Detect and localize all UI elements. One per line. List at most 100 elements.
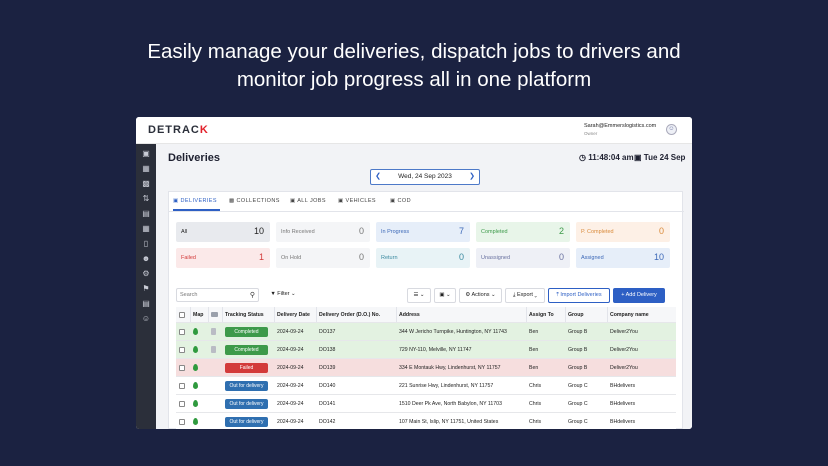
- group-cell: Group B: [568, 364, 588, 371]
- column-divider: [274, 307, 275, 322]
- header-address[interactable]: Address: [399, 307, 525, 322]
- map-cell[interactable]: [193, 359, 207, 376]
- detrack-logo[interactable]: DETRACK: [148, 124, 209, 136]
- user-email: Sarah@Emmerslogistics.com: [584, 123, 657, 129]
- clipboard-icon[interactable]: ▤: [141, 209, 151, 219]
- table-row[interactable]: Completed 2024-09-24 DO137 344 W Jericho Tu…: [176, 323, 676, 341]
- checkbox-cell[interactable]: [179, 341, 189, 358]
- next-date-chevron-icon[interactable]: ❯: [467, 170, 477, 184]
- prev-date-chevron-icon[interactable]: ❮: [373, 170, 383, 184]
- do-number-cell[interactable]: DO140: [319, 377, 395, 394]
- users-icon[interactable]: ☻: [141, 254, 151, 264]
- map-cell[interactable]: [193, 395, 207, 412]
- settings-icon[interactable]: ⚙: [141, 269, 151, 279]
- map-pin-icon[interactable]: [193, 346, 198, 353]
- checkbox-cell[interactable]: [179, 395, 189, 412]
- map-icon[interactable]: ▦: [141, 164, 151, 174]
- status-filter-completed[interactable]: Completed 2: [476, 222, 570, 242]
- group-cell: Group B: [568, 346, 588, 353]
- briefcase-icon[interactable]: ▩: [141, 179, 151, 189]
- map-pin-icon[interactable]: [193, 364, 198, 371]
- status-filter-p-completed[interactable]: P. Completed 0: [576, 222, 670, 242]
- tab-deliveries[interactable]: ▣ DELIVERIES: [173, 198, 217, 204]
- do-number-cell[interactable]: DO138: [319, 341, 395, 358]
- headline-line-1: Easily manage your deliveries, dispatch …: [147, 40, 681, 63]
- date-picker[interactable]: ❮ Wed, 24 Sep 2023 ❯: [370, 169, 480, 185]
- tab-collections[interactable]: ▩ COLLECTIONS: [229, 198, 280, 204]
- pod-cell[interactable]: [211, 323, 221, 340]
- header-checkbox-cell[interactable]: [179, 307, 189, 322]
- row-checkbox[interactable]: [179, 328, 185, 335]
- table-row[interactable]: Out for delivery 2024-09-24 DO140 221 Sunri…: [176, 377, 676, 395]
- row-checkbox[interactable]: [179, 364, 185, 371]
- map-cell[interactable]: [193, 413, 207, 429]
- checkbox-cell[interactable]: [179, 359, 189, 376]
- status-filter-unassigned[interactable]: Unassigned 0: [476, 248, 570, 268]
- truck-icon[interactable]: ▣: [141, 149, 151, 159]
- map-cell[interactable]: [193, 377, 207, 394]
- status-filter-info-received[interactable]: Info Received 0: [276, 222, 370, 242]
- row-checkbox[interactable]: [179, 346, 185, 353]
- pod-cell[interactable]: [211, 341, 221, 358]
- dashboard-icon[interactable]: ▦: [141, 224, 151, 234]
- filter-button[interactable]: ▼ Filter ⌄: [263, 288, 303, 303]
- gear-icon: ⚙: [465, 292, 471, 298]
- person-icon[interactable]: ☺: [141, 314, 151, 324]
- tab-all-jobs[interactable]: ▣ ALL JOBS: [290, 198, 326, 204]
- do-number-cell[interactable]: DO141: [319, 395, 395, 412]
- map-pin-icon[interactable]: [193, 382, 198, 389]
- report-icon[interactable]: ▤: [141, 299, 151, 309]
- status-filter-return[interactable]: Return 0: [376, 248, 470, 268]
- header-company[interactable]: Company name: [610, 307, 675, 322]
- checkbox-cell[interactable]: [179, 413, 189, 429]
- user-info[interactable]: Sarah@Emmerslogistics.com Owner: [584, 123, 656, 137]
- header-delivery-date[interactable]: Delivery Date: [277, 307, 315, 322]
- header-group[interactable]: Group: [568, 307, 606, 322]
- do-number-cell[interactable]: DO139: [319, 359, 395, 376]
- column-settings-button[interactable]: ☰ ⌄: [407, 288, 431, 303]
- status-filter-assigned[interactable]: Assigned 10: [576, 248, 670, 268]
- status-filter-failed[interactable]: Failed 1: [176, 248, 270, 268]
- table-row[interactable]: Failed 2024-09-24 DO139 334 E Montauk Hwy, …: [176, 359, 676, 377]
- map-pin-icon[interactable]: [193, 400, 198, 407]
- row-checkbox[interactable]: [179, 400, 185, 407]
- table-row[interactable]: Out for delivery 2024-09-24 DO141 1510 Deer…: [176, 395, 676, 413]
- add-delivery-button[interactable]: + Add Delivery: [613, 288, 665, 303]
- table-row[interactable]: Out for delivery 2024-09-24 DO142 107 Main …: [176, 413, 676, 429]
- import-deliveries-button[interactable]: ⤒ Import Deliveries: [548, 288, 610, 303]
- tab-cod[interactable]: ▣ COD: [390, 198, 411, 204]
- search-input[interactable]: Search ⚲: [176, 288, 259, 302]
- table-row[interactable]: Completed 2024-09-24 DO138 729 NY-110, Melv…: [176, 341, 676, 359]
- map-pin-icon[interactable]: [193, 328, 198, 335]
- status-filter-on-hold[interactable]: On Hold 0: [276, 248, 370, 268]
- header-assign-to[interactable]: Assign To: [529, 307, 564, 322]
- do-number-cell[interactable]: DO137: [319, 323, 395, 340]
- header-delivery-order[interactable]: Delivery Order (D.O.) No.: [319, 307, 395, 322]
- export-button[interactable]: ⤓ Export ⌄: [505, 288, 545, 303]
- status-filter-all[interactable]: All 10: [176, 222, 270, 242]
- truck-icon: ▣: [173, 198, 179, 204]
- checkbox-cell[interactable]: [179, 323, 189, 340]
- status-filter-in-progress[interactable]: In Progress 7: [376, 222, 470, 242]
- row-checkbox[interactable]: [179, 418, 185, 425]
- route-icon[interactable]: ⇅: [141, 194, 151, 204]
- header-tracking-status[interactable]: Tracking Status: [225, 307, 273, 322]
- header-map[interactable]: Map: [193, 307, 207, 322]
- actions-button[interactable]: ⚙ Actions ⌄: [459, 288, 502, 303]
- document-icon[interactable]: [211, 328, 216, 335]
- view-toggle-button[interactable]: ▣ ⌄: [434, 288, 456, 303]
- flag-icon[interactable]: ⚑: [141, 284, 151, 294]
- map-cell[interactable]: [193, 341, 207, 358]
- status-count: 0: [558, 252, 564, 262]
- document-icon[interactable]: [211, 346, 216, 353]
- do-number-cell[interactable]: DO142: [319, 413, 395, 429]
- address-cell: 107 Main St, Islip, NY 11751, United Sta…: [399, 418, 499, 425]
- tab-vehicles[interactable]: ▣ VEHICLES: [338, 198, 376, 204]
- row-checkbox[interactable]: [179, 382, 185, 389]
- checkbox-cell[interactable]: [179, 377, 189, 394]
- map-cell[interactable]: [193, 323, 207, 340]
- user-circle-icon[interactable]: ☺: [666, 124, 677, 135]
- book-icon[interactable]: ▯: [141, 239, 151, 249]
- select-all-checkbox[interactable]: [179, 311, 185, 318]
- map-pin-icon[interactable]: [193, 418, 198, 425]
